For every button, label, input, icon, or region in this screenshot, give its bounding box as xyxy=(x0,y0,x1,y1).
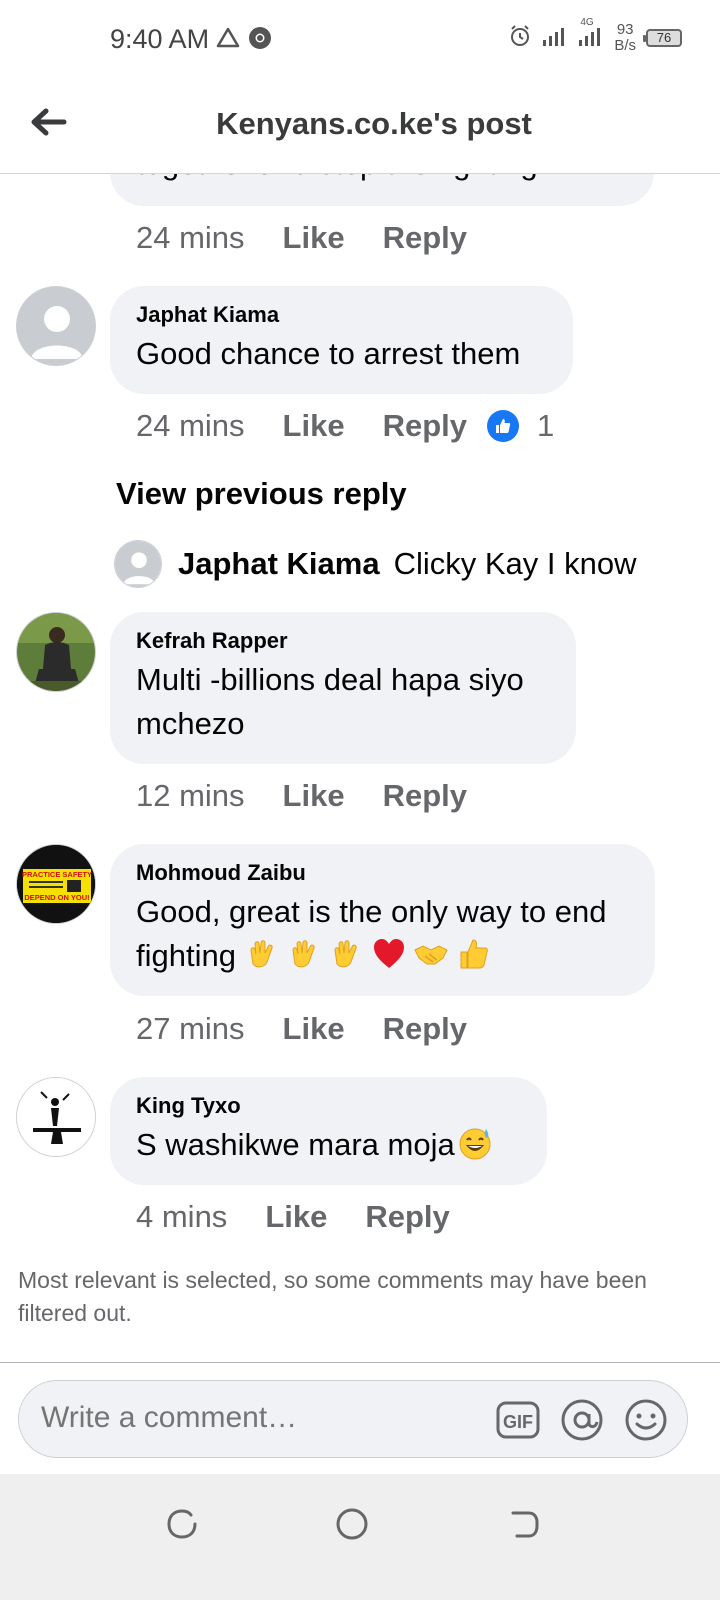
comment-input[interactable] xyxy=(41,1401,481,1435)
comment-bubble[interactable]: Kefrah Rapper Multi -billions deal hapa … xyxy=(110,612,576,764)
smiley-icon xyxy=(625,1399,667,1441)
signal-4g-icon: 4G xyxy=(578,17,604,52)
heart-emoji-icon xyxy=(373,939,404,968)
alarm-icon xyxy=(508,24,532,53)
svg-text:PRACTICE SAFETY: PRACTICE SAFETY xyxy=(22,870,92,879)
reply-button[interactable]: Reply xyxy=(383,1011,467,1047)
default-profile-icon xyxy=(115,541,161,587)
signal-icon xyxy=(542,25,568,52)
home-circle-icon xyxy=(336,1508,368,1540)
comments-list[interactable]: together and stop the fighting. 24 mins … xyxy=(0,174,720,1392)
like-button[interactable]: Like xyxy=(283,778,345,814)
comment-actions: 24 mins Like Reply 1 xyxy=(136,408,554,444)
comment-text: Good chance to arrest them xyxy=(136,336,521,371)
mention-button[interactable] xyxy=(559,1397,605,1443)
comment-text: together and stop the fighting. xyxy=(136,174,628,186)
status-left-icons xyxy=(216,26,272,55)
comment-bubble[interactable]: Japhat Kiama Good chance to arrest them xyxy=(110,286,573,394)
clap-emoji-icon xyxy=(292,940,315,968)
composer-icons: GIF xyxy=(495,1397,669,1443)
reply-button[interactable]: Reply xyxy=(383,778,467,814)
like-button[interactable]: Like xyxy=(283,408,345,444)
avatar[interactable] xyxy=(16,612,96,692)
avatar[interactable] xyxy=(16,286,96,366)
comment-time: 24 mins xyxy=(136,220,245,255)
comment-time: 24 mins xyxy=(136,408,245,443)
reaction-count: 1 xyxy=(537,408,555,443)
practice-safety-logo-icon: PRACTICE SAFETY DEPEND ON YOU! xyxy=(17,845,95,923)
back-nav-button[interactable] xyxy=(504,1504,544,1544)
svg-text:DEPEND ON YOU!: DEPEND ON YOU! xyxy=(24,893,89,902)
comment-time: 27 mins xyxy=(136,1011,245,1046)
reply-preview[interactable]: Japhat Kiama Clicky Kay I know xyxy=(114,540,636,588)
comment-author[interactable]: Mohmoud Zaibu xyxy=(136,860,629,886)
avatar[interactable] xyxy=(16,1077,96,1157)
comment-author[interactable]: Japhat Kiama xyxy=(136,302,547,328)
comment-text: Multi -billions deal hapa siyo mchezo xyxy=(136,662,524,741)
thumbs-up-emoji-icon xyxy=(460,939,488,969)
handshake-emoji-icon xyxy=(413,945,448,965)
emoji-button[interactable] xyxy=(623,1397,669,1443)
comment-actions: 4 mins Like Reply xyxy=(136,1199,488,1235)
grinning-sweat-emoji-icon xyxy=(459,1128,491,1160)
clap-emoji-icon xyxy=(250,940,273,968)
like-button[interactable]: Like xyxy=(265,1199,327,1235)
user-photo-icon xyxy=(17,613,95,691)
gif-icon: GIF xyxy=(496,1401,540,1439)
like-button[interactable]: Like xyxy=(283,220,345,256)
reply-author[interactable]: Japhat Kiama xyxy=(178,546,380,582)
view-previous-reply-link[interactable]: View previous reply xyxy=(116,476,407,512)
comment-time: 4 mins xyxy=(136,1199,228,1234)
reply-text: Clicky Kay I know xyxy=(393,546,637,581)
reply-button[interactable]: Reply xyxy=(383,408,467,444)
page-title: Kenyans.co.ke's post xyxy=(216,106,532,141)
svg-text:GIF: GIF xyxy=(503,1412,533,1432)
comment-actions: 12 mins Like Reply xyxy=(136,778,505,814)
user-photo-icon xyxy=(17,1078,95,1156)
comment-time: 12 mins xyxy=(136,778,245,813)
comment-actions: 24 mins Like Reply xyxy=(136,220,505,256)
status-time: 9:40 AM xyxy=(110,24,210,54)
comment-actions: 27 mins Like Reply xyxy=(136,1011,505,1047)
status-right: 4G 93 B/s 76 xyxy=(508,17,682,54)
like-button[interactable]: Like xyxy=(283,1011,345,1047)
like-reaction-icon xyxy=(487,410,519,442)
at-sign-icon xyxy=(561,1399,603,1441)
default-profile-icon xyxy=(17,287,95,365)
avatar[interactable]: PRACTICE SAFETY DEPEND ON YOU! xyxy=(16,844,96,924)
system-nav-bar xyxy=(0,1474,720,1600)
recents-button[interactable] xyxy=(162,1504,202,1544)
post-header: Kenyans.co.ke's post xyxy=(0,80,720,174)
battery-indicator: 76 xyxy=(643,29,682,47)
network-speed: 93 B/s xyxy=(614,21,636,54)
comment-text: Good, great is the only way to end fight… xyxy=(136,894,607,973)
back-nav-icon xyxy=(511,1511,539,1538)
filter-note: Most relevant is selected, so some comme… xyxy=(18,1267,647,1326)
comment-author[interactable]: Kefrah Rapper xyxy=(136,628,550,654)
comment-composer[interactable]: GIF xyxy=(18,1380,688,1458)
reaction-summary[interactable]: 1 xyxy=(487,408,554,444)
comment-bubble-partial[interactable]: together and stop the fighting. xyxy=(110,174,654,206)
reply-avatar[interactable] xyxy=(114,540,162,588)
comment-text: S washikwe mara moja xyxy=(136,1123,521,1167)
recents-icon xyxy=(167,1509,197,1539)
reply-button[interactable]: Reply xyxy=(365,1199,449,1235)
status-bar: 9:40 AM 4G 93 B/s 76 xyxy=(0,0,720,80)
reply-button[interactable]: Reply xyxy=(383,220,467,256)
chrome-icon xyxy=(248,26,272,55)
divider xyxy=(0,1362,720,1363)
clap-emoji-icon xyxy=(334,940,357,968)
gif-button[interactable]: GIF xyxy=(495,1397,541,1443)
home-button[interactable] xyxy=(332,1504,372,1544)
comment-author[interactable]: King Tyxo xyxy=(136,1093,521,1119)
comment-bubble[interactable]: King Tyxo S washikwe mara moja xyxy=(110,1077,547,1185)
drive-icon xyxy=(216,27,240,54)
comment-bubble[interactable]: Mohmoud Zaibu Good, great is the only wa… xyxy=(110,844,655,996)
